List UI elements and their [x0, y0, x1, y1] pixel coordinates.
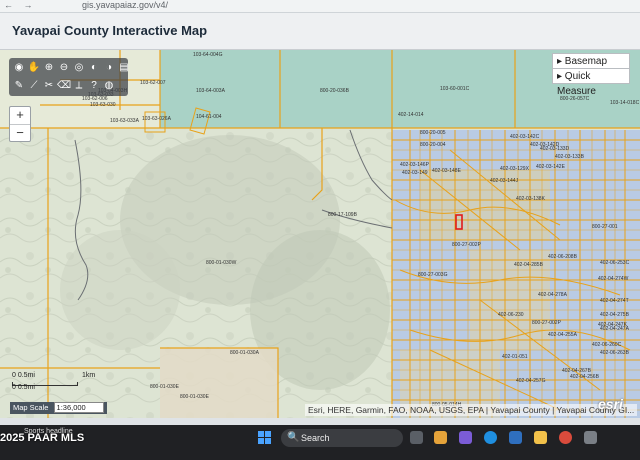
windows-start-icon[interactable]	[258, 431, 271, 444]
zoom-out-tool-icon[interactable]: ⊖	[57, 61, 71, 75]
parcel-label: 800-20-036B	[320, 88, 349, 94]
parcel-label: 103-63-026A	[142, 116, 171, 122]
parcel-label: 402-14-014	[398, 112, 424, 118]
page-title: Yavapai County Interactive Map	[12, 23, 208, 38]
parcel-label: 800-20-004	[420, 142, 446, 148]
measure-icon[interactable]: ⟋	[27, 79, 41, 93]
parcel-label: 402-06-260C	[592, 342, 622, 348]
parcel-label: 103-14-018C	[610, 100, 640, 106]
zoom-out-button[interactable]: −	[10, 124, 30, 142]
parcel-label: 402-04-274T	[600, 298, 629, 304]
parcel-label: 103-60-001C	[440, 86, 470, 92]
draw-pencil-icon[interactable]: ✎	[12, 79, 26, 93]
parcel-label: 402-03-142E	[536, 164, 565, 170]
parcel-label: 103-63-030	[90, 102, 116, 108]
parcel-label: 402-06-230	[498, 312, 524, 318]
file-explorer-icon[interactable]	[534, 431, 547, 444]
search-label: Search	[301, 433, 330, 443]
parcel-label: 402-04-278A	[538, 292, 567, 298]
next-extent-icon[interactable]: ◑	[102, 61, 116, 75]
parcel-label: 402-04-256B	[570, 374, 599, 380]
scale-bottom-label: 0 0.5mi	[12, 384, 35, 391]
pan-hand-icon[interactable]: ✋	[27, 61, 41, 75]
zoom-in-tool-icon[interactable]: ⊕	[42, 61, 56, 75]
chrome-browser-icon[interactable]	[559, 431, 572, 444]
map-scale-select[interactable]: 1:36,000	[53, 402, 104, 413]
eraser-icon[interactable]: ⌫	[57, 79, 71, 93]
parcel-label: 402-03-142C	[510, 134, 540, 140]
quick-measure-button[interactable]: ▸ Quick Measure	[552, 68, 630, 97]
parcel-label: 800-01-030E	[180, 394, 209, 400]
basemap-button[interactable]: ▸ Basemap	[552, 53, 630, 69]
widgets-icon[interactable]	[434, 431, 447, 444]
parcel-label: 800-27-001	[592, 224, 618, 230]
parcel-label: 800-17-109B	[328, 212, 357, 218]
map-canvas[interactable]: 103-64-004G 103-62-007 103-64-003A 103-62-0…	[0, 50, 640, 418]
edge-browser-icon[interactable]	[484, 431, 497, 444]
parcel-label: 402-04-257G	[516, 378, 546, 384]
parcel-label: 402-03-133B	[555, 154, 584, 160]
globe-icon[interactable]: ◍	[102, 79, 116, 93]
scale-bar: 0 0.5mi 1km 0 0.5mi	[12, 372, 95, 391]
parcel-label: 402-01-051	[502, 354, 528, 360]
zoom-control: + −	[9, 106, 31, 142]
scale-right-label: 1km	[82, 372, 96, 379]
mls-watermark: 2025 PAAR MLS	[0, 432, 85, 444]
scissors-icon[interactable]: ✂	[42, 79, 56, 93]
parcel-label: 402-03-148E	[432, 168, 461, 174]
pipe-icon[interactable]: ⟂	[72, 79, 86, 93]
parcel-label: 402-04-247A	[600, 326, 629, 332]
parcel-label: 402-03-149	[402, 170, 428, 176]
parcel-label: 800-27-002P	[452, 242, 481, 248]
map-scale-control: Map Scale 1:36,000	[10, 402, 107, 414]
zoom-in-button[interactable]: +	[10, 107, 30, 124]
settings-gear-icon[interactable]	[584, 431, 597, 444]
parcel-label: 103-64-003A	[196, 88, 225, 94]
parcel-label: 402-04-274W	[598, 276, 629, 282]
map-scale-label: Map Scale	[13, 403, 49, 412]
parcel-label: 800-27-003G	[418, 272, 448, 278]
print-icon[interactable]: ▤	[117, 61, 131, 75]
scale-left-label: 0 0.5mi	[12, 372, 35, 379]
parcel-label: 402-06-253C	[600, 260, 630, 266]
search-icon: 🔍	[287, 432, 300, 443]
task-view-icon[interactable]	[410, 431, 423, 444]
parcel-label: 402-06-263B	[600, 350, 629, 356]
map-attribution: Esri, HERE, Garmin, FAO, NOAA, USGS, EPA…	[305, 404, 638, 416]
map-toolbar: ◉ ✋ ⊕ ⊖ ◎ ◐ ◑ ▤ ✎ ⟋ ✂ ⌫ ⟂? ◍	[9, 58, 131, 96]
browser-address-bar[interactable]: ← → gis.yavapaiaz.gov/v4/	[0, 0, 640, 13]
parcel-label: 800-01-030W	[206, 260, 237, 266]
teams-icon[interactable]	[459, 431, 472, 444]
parcel-label: 800-27-002P	[532, 320, 561, 326]
parcel-label: 402-03-144J	[490, 178, 519, 184]
url-text[interactable]: gis.yavapaiaz.gov/v4/	[82, 0, 168, 12]
parcel-label: 402-03-138K	[516, 196, 545, 202]
full-extent-icon[interactable]: ◎	[72, 61, 86, 75]
parcel-label: 402-03-146P	[400, 162, 429, 168]
taskbar-search[interactable]: 🔍 Search	[281, 429, 403, 447]
help-icon[interactable]: ?	[87, 79, 101, 93]
parcel-label: 402-03-133D	[540, 146, 570, 152]
parcel-label: 800-01-030E	[150, 384, 179, 390]
store-icon[interactable]	[509, 431, 522, 444]
parcel-label: 103-62-007	[140, 80, 166, 86]
browser-nav-buttons[interactable]: ← →	[4, 0, 37, 12]
identify-icon[interactable]: ◉	[12, 61, 26, 75]
app-header: Yavapai County Interactive Map	[0, 13, 640, 50]
previous-extent-icon[interactable]: ◐	[87, 61, 101, 75]
esri-logo: esri	[598, 396, 623, 412]
parcel-label: 402-04-275B	[600, 312, 629, 318]
parcel-label: 800-01-030A	[230, 350, 259, 356]
parcel-label: 103-63-033A	[110, 118, 139, 124]
parcel-label: 402-03-129X	[500, 166, 529, 172]
parcel-label: 800-20-005	[420, 130, 446, 136]
parcel-label: 402-04-255A	[548, 332, 577, 338]
parcel-label: 402-06-208B	[548, 254, 577, 260]
parcel-label: 103-64-004G	[193, 52, 223, 58]
parcel-label: 402-04-285B	[514, 262, 543, 268]
parcel-label: 104-61-004	[196, 114, 222, 120]
